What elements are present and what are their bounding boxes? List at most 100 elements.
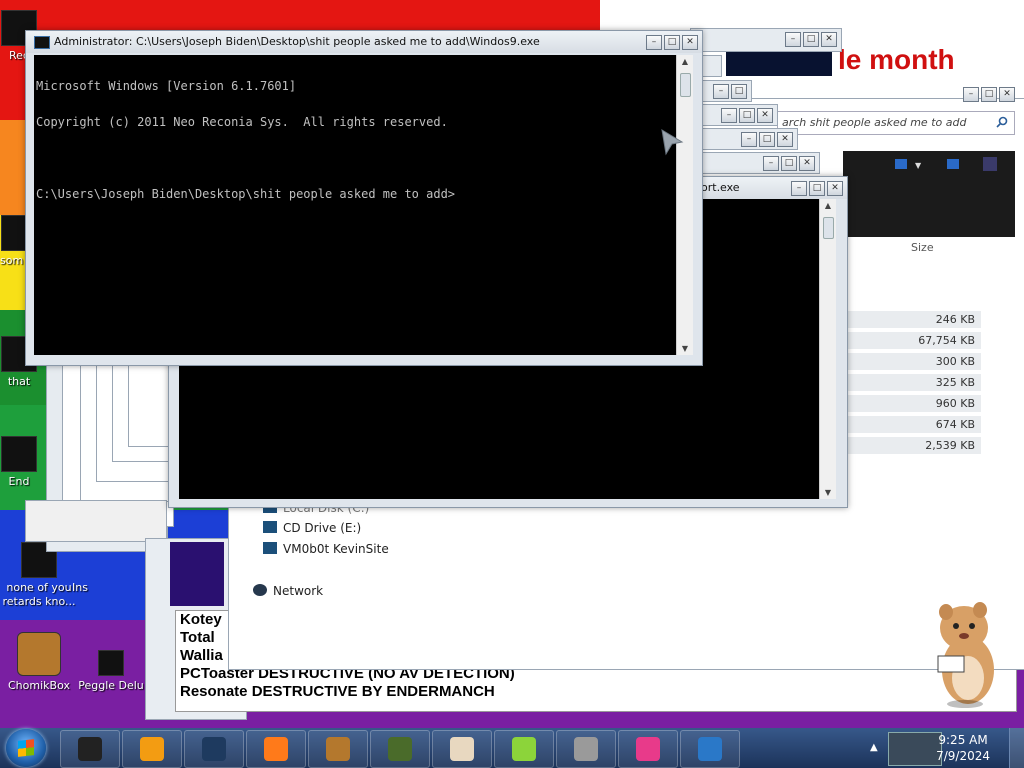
tree-item-cd-drive[interactable]: CD Drive (E:)	[263, 521, 361, 535]
size-cell: 246 KB	[843, 311, 981, 329]
tree-item-label: Network	[273, 584, 324, 598]
view-icon[interactable]	[895, 159, 907, 169]
taskbar: ▲ 9:25 AM 7/9/2024	[0, 728, 1024, 768]
desktop: le month Rec som ra that End none of you…	[0, 0, 1024, 728]
start-button[interactable]	[6, 729, 46, 767]
scroll-up-icon[interactable]: ▲	[677, 57, 693, 66]
desktop-icon-label: Peggle Delu	[78, 679, 144, 692]
help-icon[interactable]	[983, 157, 997, 171]
search-placeholder: arch shit people asked me to add	[782, 116, 967, 129]
preview-pane-icon[interactable]	[947, 159, 959, 169]
desktop-icon-label: ChomikBox	[8, 679, 70, 692]
title-buttons: – □ ✕	[791, 181, 843, 196]
console-prompt: C:\Users\Joseph Biden\Desktop\shit peopl…	[36, 187, 456, 201]
clock[interactable]: 9:25 AM 7/9/2024	[936, 732, 990, 764]
taskbar-item[interactable]	[680, 730, 740, 768]
taskbar-item[interactable]	[370, 730, 430, 768]
scroll-down-icon[interactable]: ▼	[677, 344, 693, 353]
window-title: Administrator: C:\Users\Joseph Biden\Des…	[54, 35, 540, 48]
tree-item-label: VM0b0t KevinSite	[283, 542, 389, 556]
system-tray: ▲ 9:25 AM 7/9/2024	[864, 728, 1024, 768]
network-drive-icon	[263, 542, 277, 554]
explorer-title-buttons: – □ ✕	[963, 87, 1015, 102]
title-bar[interactable]: Administrator: C:\Users\Joseph Biden\Des…	[26, 31, 702, 53]
cmd-icon	[78, 737, 102, 761]
scrollbar[interactable]: ▲ ▼	[819, 199, 836, 499]
window-title: ort.exe	[701, 181, 740, 194]
taskbar-item[interactable]	[60, 730, 120, 768]
globe-icon	[202, 737, 226, 761]
show-hidden-icons-icon[interactable]: ▲	[870, 742, 878, 753]
ghost-title-bar: – □	[696, 80, 752, 102]
minimize-button[interactable]: –	[791, 181, 807, 196]
size-column-header[interactable]: Size	[911, 241, 934, 254]
maximize-button[interactable]: □	[981, 87, 997, 102]
console-line: Microsoft Windows [Version 6.1.7601]	[36, 79, 297, 93]
media-player-icon	[140, 737, 164, 761]
taskbar-item[interactable]	[618, 730, 678, 768]
desktop-icon-chomikbox[interactable]: ChomikBox	[0, 632, 78, 693]
taskbar-item[interactable]	[184, 730, 244, 768]
taskbar-item[interactable]	[246, 730, 306, 768]
ghost-content	[726, 52, 832, 76]
ghost-title-bar: – □ ✕	[700, 152, 820, 174]
ghost-title-bar: – □ ✕	[700, 104, 778, 126]
scrollbar[interactable]: ▲ ▼	[676, 55, 693, 355]
hamster-mascot-icon	[937, 602, 994, 708]
file-icon	[1, 436, 37, 472]
mouse-cursor-icon	[661, 129, 684, 156]
minimize-button[interactable]: –	[963, 87, 979, 102]
skull-icon	[574, 737, 598, 761]
tree-item-label: CD Drive (E:)	[283, 521, 362, 535]
taskbar-item[interactable]	[308, 730, 368, 768]
chomikbox-icon	[326, 737, 350, 761]
console-line: Copyright (c) 2011 Neo Reconia Sys. All …	[36, 115, 448, 129]
size-cell: 960 KB	[843, 395, 981, 413]
maximize-button[interactable]: □	[664, 35, 680, 50]
maximize-button[interactable]: □	[809, 181, 825, 196]
ghost-title-bar: – □ ✕	[690, 28, 842, 52]
network-icon	[253, 584, 267, 596]
size-cell: 300 KB	[843, 353, 981, 371]
chomikbox-icon	[17, 632, 61, 676]
minimize-button[interactable]: –	[646, 35, 662, 50]
close-button[interactable]: ✕	[827, 181, 843, 196]
scroll-thumb[interactable]	[680, 73, 691, 97]
show-desktop-button[interactable]	[1009, 728, 1024, 768]
size-cell: 2,539 KB	[843, 437, 981, 455]
cmd-window[interactable]: Administrator: C:\Users\Joseph Biden\Des…	[25, 30, 703, 366]
wallpaper-text: le month	[838, 44, 955, 75]
chevron-down-icon[interactable]: ▼	[915, 161, 921, 170]
tree-item-network-drive[interactable]: VM0b0t KevinSite	[263, 542, 389, 556]
search-box[interactable]: arch shit people asked me to add	[777, 111, 1015, 135]
desktop-icon-label: Ins	[72, 581, 88, 594]
cd-drive-icon	[263, 521, 277, 533]
lime-icon	[512, 737, 536, 761]
scroll-up-icon[interactable]: ▲	[820, 201, 836, 210]
toolbar-dark: ▼	[843, 151, 1015, 237]
size-cell: 325 KB	[843, 374, 981, 392]
ghost-window	[25, 500, 167, 542]
close-button[interactable]: ✕	[682, 35, 698, 50]
taskbar-item[interactable]	[122, 730, 182, 768]
size-cell: 674 KB	[843, 416, 981, 434]
tree-item-network[interactable]: Network	[253, 584, 323, 598]
taskbar-item[interactable]	[494, 730, 554, 768]
network-tray-icon[interactable]	[888, 732, 942, 766]
taskbar-item[interactable]	[556, 730, 616, 768]
close-button[interactable]: ✕	[999, 87, 1015, 102]
scroll-down-icon[interactable]: ▼	[820, 488, 836, 497]
ghost-title-bar: – □ ✕	[700, 128, 798, 150]
console-output[interactable]: Microsoft Windows [Version 6.1.7601] Cop…	[34, 55, 676, 355]
desktop-icon-peggle[interactable]: Peggle Delu	[72, 650, 150, 693]
firefox-icon	[264, 737, 288, 761]
doctor-icon	[450, 737, 474, 761]
purple-thumbnail	[170, 542, 224, 606]
scroll-thumb[interactable]	[823, 217, 834, 239]
cmd-icon	[34, 36, 50, 49]
taskbar-item[interactable]	[432, 730, 492, 768]
list-item[interactable]: Resonate DESTRUCTIVE BY ENDERMANCH	[176, 683, 1016, 701]
search-icon[interactable]	[996, 116, 1008, 128]
size-cell: 67,754 KB	[843, 332, 981, 350]
